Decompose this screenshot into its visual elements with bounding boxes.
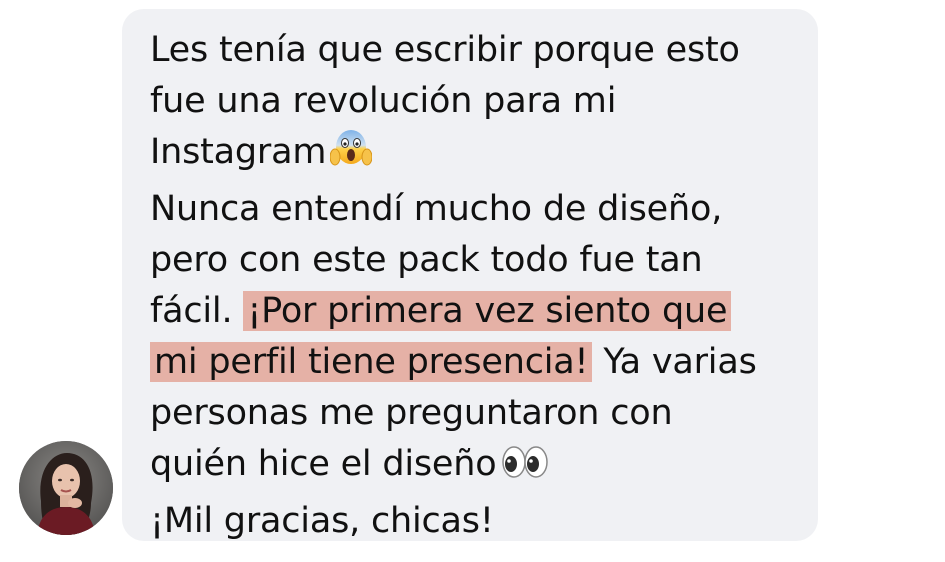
message-line-6-text: fácil. [150, 291, 233, 331]
message-line-9: quién hice el diseño [150, 439, 788, 496]
message-line-3: Instagram [150, 127, 788, 184]
message-line-6: fácil. ¡Por primera vez siento que [150, 286, 788, 337]
message-line-8: personas me preguntaron con [150, 393, 673, 433]
message-line-10: ¡Mil gracias, chicas! [150, 501, 494, 541]
face-screaming-in-fear-icon [329, 127, 373, 184]
avatar[interactable] [19, 441, 113, 535]
avatar-photo [19, 441, 113, 535]
highlighted-text-1: ¡Por primera vez siento que [243, 291, 732, 331]
message-line-7-text: Ya varias [603, 342, 757, 382]
message-line-4: Nunca entendí mucho de diseño, [150, 189, 723, 229]
message-line-2: fue una revolución para mi [150, 81, 617, 121]
message-bubble: Les tenía que escribir porque esto fue u… [122, 9, 818, 541]
highlighted-text-2: mi perfil tiene presencia! [150, 342, 593, 382]
message-line-1: Les tenía que escribir porque esto [150, 30, 740, 70]
message-text: Les tenía que escribir porque esto fue u… [150, 25, 788, 547]
eyes-icon [500, 441, 550, 496]
chat-stage: Les tenía que escribir porque esto fue u… [0, 0, 945, 562]
message-line-7: mi perfil tiene presencia! Ya varias [150, 337, 788, 388]
message-line-3-text: Instagram [150, 132, 327, 172]
message-line-5: pero con este pack todo fue tan [150, 240, 703, 280]
message-line-9-text: quién hice el diseño [150, 444, 497, 484]
